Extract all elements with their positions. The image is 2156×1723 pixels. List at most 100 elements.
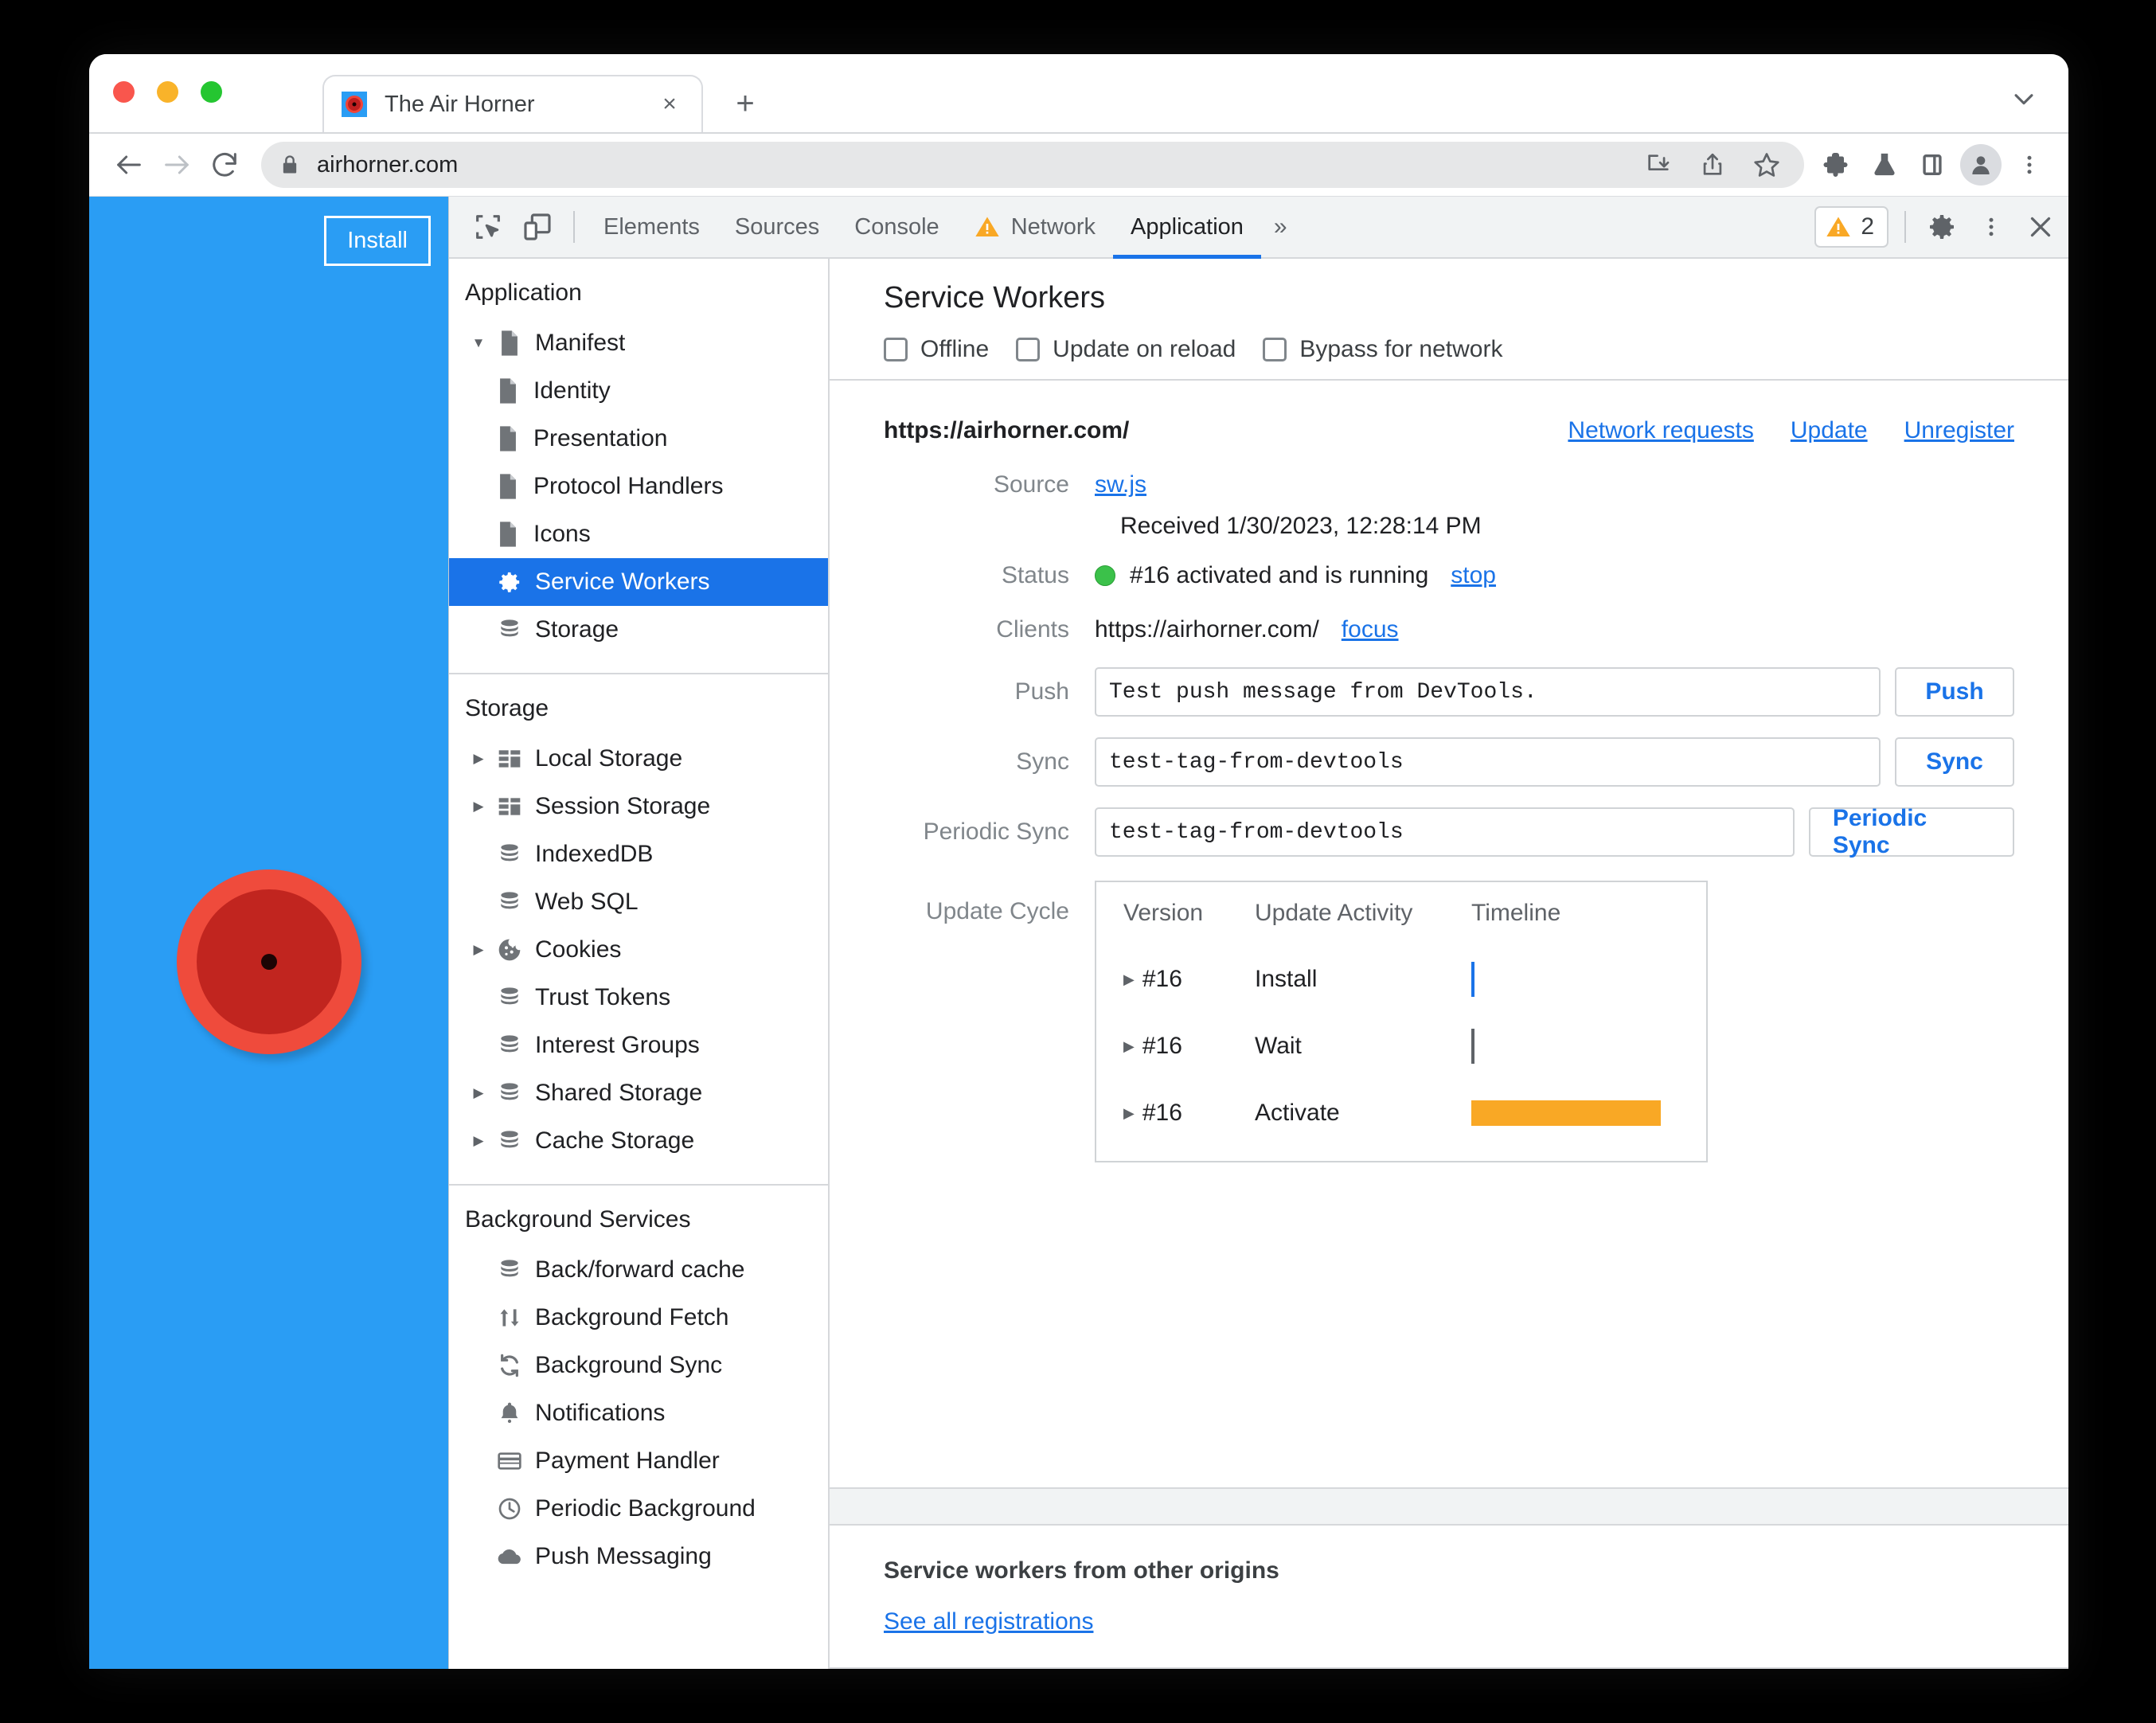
sidebar-item-label: Icons	[533, 521, 591, 547]
sync-button[interactable]: Sync	[1895, 737, 2014, 787]
chevron-right-icon[interactable]: ▶	[465, 1133, 492, 1149]
chevron-right-icon[interactable]: ▶	[465, 942, 492, 958]
close-icon[interactable]: ×	[652, 87, 687, 122]
share-icon[interactable]	[1693, 145, 1732, 185]
sidebar-item-cookies[interactable]: ▶ Cookies	[449, 926, 828, 974]
experiments-flask-icon[interactable]	[1865, 145, 1904, 185]
chevron-down-icon[interactable]	[2006, 81, 2041, 116]
warning-triangle-icon	[1826, 214, 1851, 240]
more-vertical-icon[interactable]	[1967, 197, 2016, 257]
maximize-window-button[interactable]	[201, 81, 222, 103]
chevron-down-icon[interactable]: ▼	[465, 335, 492, 351]
chevron-right-icon[interactable]: ▶	[1123, 1038, 1135, 1055]
sidebar-item-notifications[interactable]: Notifications	[449, 1389, 828, 1437]
browser-tab[interactable]: The Air Horner ×	[322, 75, 703, 132]
sidebar-item-storage[interactable]: Storage	[449, 606, 828, 654]
update-link[interactable]: Update	[1791, 417, 1868, 444]
sidebar-item-background-sync[interactable]: Background Sync	[449, 1342, 828, 1389]
sidebar-item-service-workers[interactable]: Service Workers	[449, 558, 828, 606]
sidebar-item-cache-storage[interactable]: ▶ Cache Storage	[449, 1117, 828, 1165]
chevron-right-icon[interactable]: ▶	[465, 1085, 492, 1101]
stop-link[interactable]: stop	[1451, 562, 1496, 589]
forward-arrow-icon[interactable]	[153, 141, 201, 189]
inspect-element-icon[interactable]	[463, 197, 513, 257]
chevron-right-icon[interactable]: ▶	[1123, 971, 1135, 988]
source-file-link[interactable]: sw.js	[1095, 471, 1146, 498]
extensions-puzzle-icon[interactable]	[1817, 145, 1857, 185]
install-app-icon[interactable]	[1638, 145, 1678, 185]
checkbox-box[interactable]	[884, 338, 908, 361]
window-content: Install Elements Sources Console Network…	[89, 196, 2068, 1669]
bypass-for-network-checkbox[interactable]: Bypass for network	[1263, 336, 1502, 363]
table-row[interactable]: ▶ #16 Activate	[1123, 1080, 1706, 1147]
sync-input[interactable]: test-tag-from-devtools	[1095, 737, 1881, 787]
air-horn-button[interactable]	[176, 869, 361, 1054]
periodic-sync-input[interactable]: test-tag-from-devtools	[1095, 807, 1795, 857]
chevron-right-icon[interactable]: ▶	[1123, 1105, 1135, 1122]
install-button[interactable]: Install	[324, 216, 431, 266]
bookmark-star-icon[interactable]	[1747, 145, 1787, 185]
browser-menu-icon[interactable]	[2010, 145, 2049, 185]
push-input[interactable]: Test push message from DevTools.	[1095, 667, 1881, 717]
side-panel-icon[interactable]	[1912, 145, 1952, 185]
sidebar-item-manifest[interactable]: ▼ Manifest	[449, 319, 828, 367]
cloud-icon	[492, 1545, 527, 1568]
periodic-sync-button[interactable]: Periodic Sync	[1808, 805, 2014, 858]
chevron-right-icon[interactable]: ▶	[465, 751, 492, 767]
checkbox-box[interactable]	[1016, 338, 1041, 361]
cookie-icon	[492, 937, 527, 963]
focus-link[interactable]: focus	[1342, 616, 1399, 643]
sidebar-item-web-sql[interactable]: Web SQL	[449, 878, 828, 926]
sidebar-item-periodic-background-sync[interactable]: Periodic Background	[449, 1485, 828, 1533]
update-on-reload-checkbox[interactable]: Update on reload	[1016, 336, 1236, 363]
table-row[interactable]: ▶ #16 Wait	[1123, 1013, 1706, 1080]
sidebar-item-local-storage[interactable]: ▶ Local Storage	[449, 735, 828, 783]
sidebar-item-presentation[interactable]: Presentation	[449, 415, 828, 463]
profile-avatar-icon[interactable]	[1960, 144, 2002, 186]
tab-sources[interactable]: Sources	[717, 197, 837, 257]
sidebar-item-indexeddb[interactable]: IndexedDB	[449, 830, 828, 878]
issues-warning-badge[interactable]: 2	[1814, 206, 1888, 248]
close-icon[interactable]	[2016, 197, 2065, 257]
gear-icon[interactable]	[1917, 197, 1967, 257]
sidebar-item-trust-tokens[interactable]: Trust Tokens	[449, 974, 828, 1022]
offline-checkbox[interactable]: Offline	[884, 336, 989, 363]
sidebar-item-icons[interactable]: Icons	[449, 510, 828, 558]
network-requests-link[interactable]: Network requests	[1568, 417, 1753, 444]
sidebar-item-protocol-handlers[interactable]: Protocol Handlers	[449, 463, 828, 510]
reload-icon[interactable]	[201, 141, 248, 189]
chevron-right-icon[interactable]: ▶	[465, 799, 492, 815]
more-tabs-icon[interactable]: »	[1261, 197, 1300, 257]
sidebar-item-session-storage[interactable]: ▶ Session Storage	[449, 783, 828, 830]
sidebar-section-storage: Storage ▶ Local Storage ▶ Session Storag…	[449, 674, 828, 1186]
other-origins-section: Service workers from other origins See a…	[830, 1526, 2068, 1669]
push-button[interactable]: Push	[1895, 667, 2014, 717]
see-all-registrations-link[interactable]: See all registrations	[884, 1608, 1093, 1635]
unregister-link[interactable]: Unregister	[1904, 417, 2014, 444]
sidebar-item-shared-storage[interactable]: ▶ Shared Storage	[449, 1069, 828, 1117]
tab-console[interactable]: Console	[837, 197, 956, 257]
tab-sources-label: Sources	[734, 213, 820, 240]
address-bar[interactable]: airhorner.com	[261, 142, 1804, 188]
tab-title: The Air Horner	[385, 91, 535, 117]
back-arrow-icon[interactable]	[105, 141, 153, 189]
database-icon	[492, 1033, 527, 1058]
warning-triangle-icon	[974, 214, 1000, 240]
sidebar-item-payment-handler[interactable]: Payment Handler	[449, 1437, 828, 1485]
updown-arrows-icon	[492, 1305, 527, 1330]
sidebar-item-interest-groups[interactable]: Interest Groups	[449, 1022, 828, 1069]
tab-application[interactable]: Application	[1113, 197, 1261, 259]
checkbox-box[interactable]	[1263, 338, 1287, 361]
device-toolbar-icon[interactable]	[513, 197, 562, 257]
lock-icon	[279, 154, 301, 176]
sidebar-item-background-fetch[interactable]: Background Fetch	[449, 1294, 828, 1342]
sidebar-item-push-messaging[interactable]: Push Messaging	[449, 1533, 828, 1580]
new-tab-button[interactable]: +	[726, 84, 764, 123]
sidebar-item-back-forward-cache[interactable]: Back/forward cache	[449, 1246, 828, 1294]
tab-elements[interactable]: Elements	[586, 197, 717, 257]
close-window-button[interactable]	[113, 81, 135, 103]
sidebar-item-identity[interactable]: Identity	[449, 367, 828, 415]
table-row[interactable]: ▶ #16 Install	[1123, 946, 1706, 1013]
minimize-window-button[interactable]	[157, 81, 178, 103]
tab-network[interactable]: Network	[957, 197, 1113, 257]
